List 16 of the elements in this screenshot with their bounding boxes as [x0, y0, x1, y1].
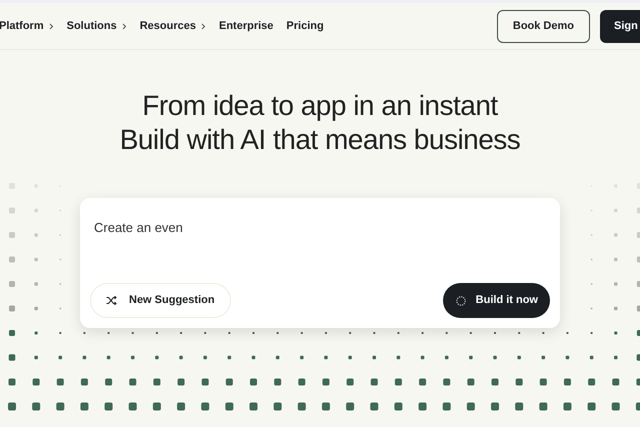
chevron-right-icon — [122, 22, 127, 30]
nav-link[interactable]: Pricing — [286, 18, 324, 34]
prompt-input-field[interactable]: Create an even — [90, 208, 550, 248]
shuffle-icon — [106, 296, 117, 305]
nav-link[interactable]: Resources — [140, 18, 206, 34]
new-suggestion-button[interactable]: New Suggestion — [90, 283, 231, 318]
chevron-right-icon — [48, 22, 54, 30]
nav-link[interactable]: Platform — [0, 18, 54, 34]
hero-headline: Build with AI that means business — [120, 123, 520, 157]
build-it-now-button[interactable]: Build it now — [442, 283, 550, 318]
nav-link[interactable]: Solutions — [66, 18, 127, 34]
book-demo-button[interactable]: Book Demo — [496, 10, 590, 42]
nav-link[interactable]: Enterprise — [219, 18, 274, 34]
sign-button[interactable]: Sign — [600, 10, 640, 42]
chevron-right-icon — [201, 22, 206, 30]
hero-headline: From idea to app in an instant — [142, 89, 498, 123]
